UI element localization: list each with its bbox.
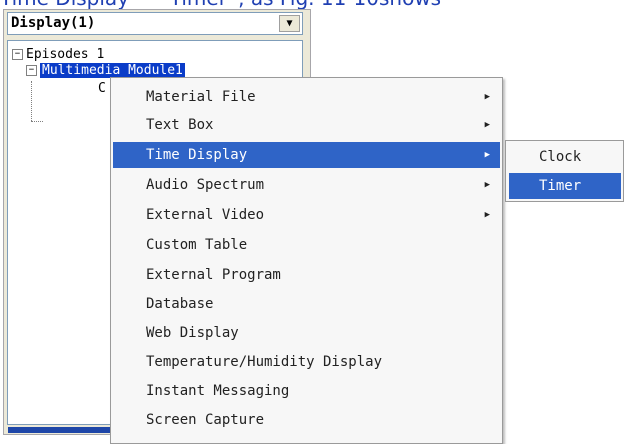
collapse-icon[interactable]: − [26, 65, 37, 76]
menu-item-label: Web Display [146, 325, 239, 341]
menu-item-text-box[interactable]: Text Box ▶ [113, 112, 500, 138]
menu-item-label: Temperature/Humidity Display [146, 354, 383, 370]
tree-node-child[interactable]: C [98, 81, 106, 96]
submenu-arrow-icon: ▶ [484, 150, 490, 160]
tree-connector [31, 81, 32, 121]
menu-item-audio-spectrum[interactable]: Audio Spectrum ▶ [113, 172, 500, 198]
menu-item-label: External Video [146, 207, 265, 223]
submenu-item-timer[interactable]: Timer [509, 173, 621, 199]
tree-node-label: C [98, 81, 106, 96]
submenu-arrow-icon: ▶ [484, 210, 490, 220]
menu-item-instant-messaging[interactable]: Instant Messaging [113, 378, 500, 404]
menu-item-label: External Program [146, 267, 281, 283]
submenu-item-clock[interactable]: Clock [509, 144, 621, 170]
menu-item-label: Custom Table [146, 237, 248, 253]
menu-item-label: Audio Spectrum [146, 177, 265, 193]
submenu-arrow-icon: ▶ [484, 180, 490, 190]
collapse-icon[interactable]: − [12, 49, 23, 60]
tree-node-label: Episodes 1 [26, 47, 105, 62]
menu-item-label: Time Display [146, 147, 248, 163]
menu-item-label: Database [146, 296, 214, 312]
context-menu: Material File ▶ Text Box ▶ Time Display … [110, 77, 503, 444]
menu-item-material-file[interactable]: Material File ▶ [113, 84, 500, 110]
submenu-arrow-icon: ▶ [484, 92, 490, 102]
dropdown-label: Display(1) [11, 15, 96, 31]
time-display-submenu: Clock Timer [505, 140, 624, 202]
submenu-item-label: Timer [539, 178, 582, 194]
menu-item-custom-table[interactable]: Custom Table [113, 232, 500, 258]
menu-item-web-display[interactable]: Web Display [113, 320, 500, 346]
menu-item-label: Instant Messaging [146, 383, 290, 399]
submenu-arrow-icon: ▶ [484, 120, 490, 130]
tree-node-episodes[interactable]: − Episodes 1 [12, 47, 104, 62]
menu-item-label: Material File [146, 89, 256, 105]
menu-item-external-program[interactable]: External Program [113, 262, 500, 288]
submenu-item-label: Clock [539, 149, 582, 165]
menu-item-time-display[interactable]: Time Display ▶ [113, 142, 500, 168]
display-dropdown[interactable]: Display(1) ▼ [7, 12, 303, 35]
menu-item-external-video[interactable]: External Video ▶ [113, 202, 500, 228]
panel-bottom-bar [8, 427, 116, 433]
menu-item-database[interactable]: Database [113, 291, 500, 317]
menu-item-screen-capture[interactable]: Screen Capture [113, 407, 500, 433]
tree-connector [31, 121, 43, 122]
tree-node-label: Multimedia Module1 [40, 63, 185, 78]
chevron-down-icon[interactable]: ▼ [279, 15, 300, 32]
tree-node-multimedia-module[interactable]: − Multimedia Module1 [26, 63, 185, 78]
menu-item-label: Text Box [146, 117, 214, 133]
menu-item-temperature-humidity-display[interactable]: Temperature/Humidity Display [113, 349, 500, 375]
menu-item-label: Screen Capture [146, 412, 265, 428]
